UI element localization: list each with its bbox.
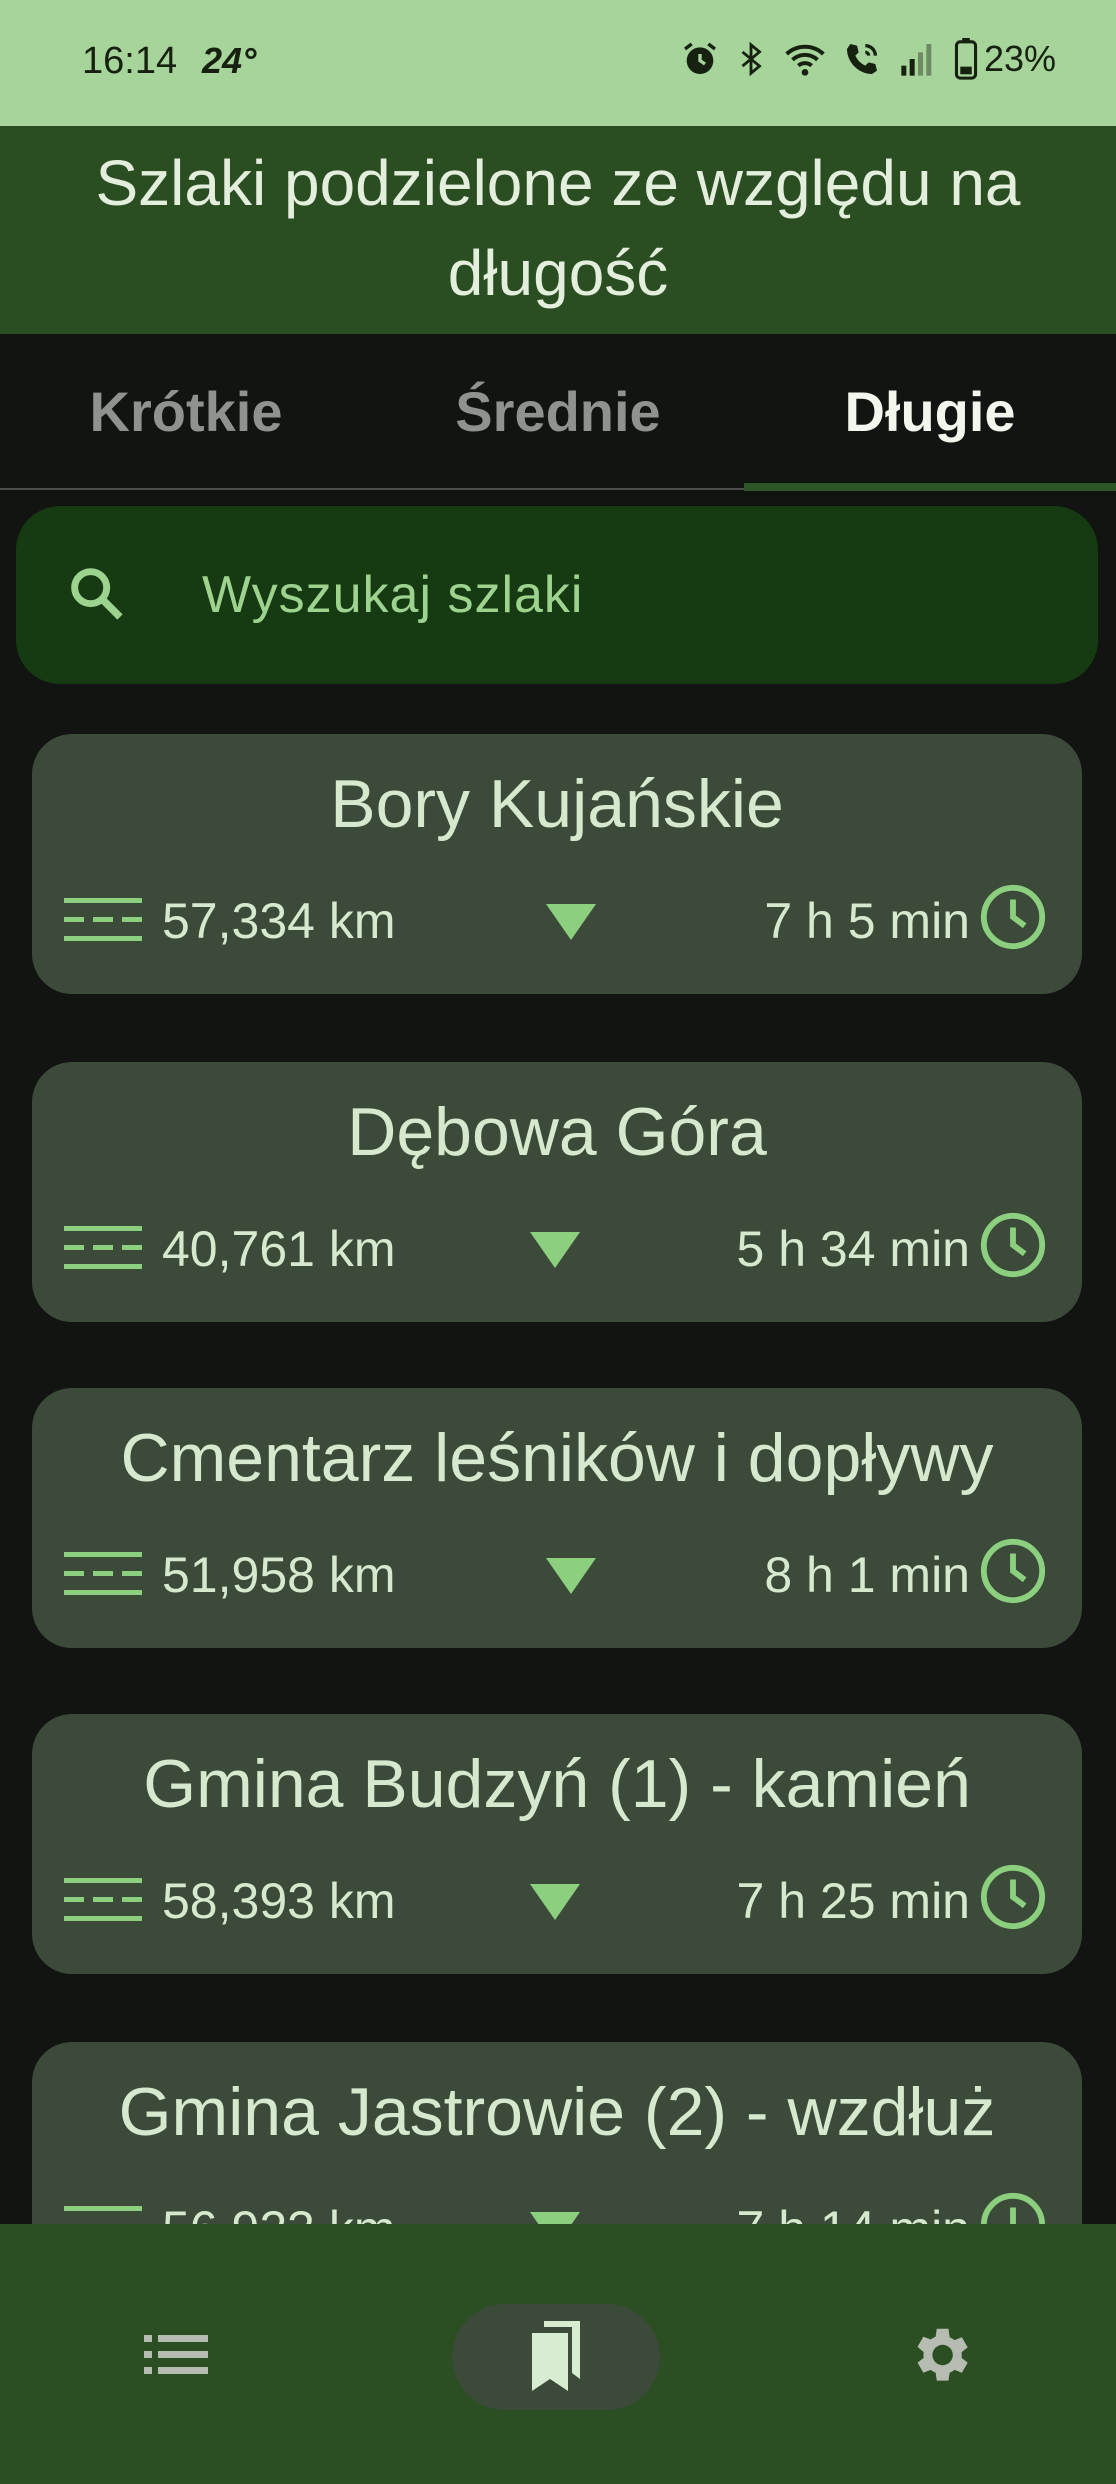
tab-bar: Krótkie Średnie Długie xyxy=(0,334,1116,491)
alarm-icon xyxy=(680,39,720,79)
expand-arrow-icon[interactable] xyxy=(530,1230,580,1275)
trail-time: 7 h 25 min xyxy=(736,1873,970,1929)
trail-time: 7 h 14 min xyxy=(737,2200,970,2224)
clock-icon xyxy=(978,1210,1048,1285)
wifi-calling-icon xyxy=(842,39,882,79)
trail-name: Gmina Budzyń (1) - kamień xyxy=(143,1746,971,1822)
trail-name: Dębowa Góra xyxy=(347,1094,767,1170)
trail-distance: 58,393 km xyxy=(162,1873,396,1929)
expand-arrow-icon[interactable] xyxy=(546,902,596,947)
trail-list[interactable]: Bory Kujańskie 57,334 km 7 h 5 min Dębow… xyxy=(0,734,1116,2224)
clock-icon xyxy=(978,882,1048,957)
distance-icon xyxy=(64,1550,142,1603)
trail-distance: 40,761 km xyxy=(162,1221,396,1277)
search-bar[interactable]: Wyszukaj szlaki xyxy=(16,506,1098,684)
distance-icon xyxy=(64,1224,142,1277)
search-input[interactable]: Wyszukaj szlaki xyxy=(202,565,584,625)
nav-settings-button[interactable] xyxy=(880,2304,1000,2410)
battery-percent: 23% xyxy=(983,38,1056,79)
expand-arrow-icon[interactable] xyxy=(546,1556,596,1601)
expand-arrow-icon[interactable] xyxy=(530,2210,580,2224)
status-icons: 23% xyxy=(680,38,1056,80)
nav-list-button[interactable] xyxy=(116,2304,236,2410)
distance-icon xyxy=(64,896,142,949)
distance-icon xyxy=(64,2204,142,2224)
trail-card[interactable]: Gmina Jastrowie (2) - wzdłuż 56,923 km 7… xyxy=(32,2042,1082,2224)
page-title: Szlaki podzielone ze względu na długość xyxy=(95,147,1021,309)
wifi-icon xyxy=(782,39,828,79)
trail-card[interactable]: Cmentarz leśników i dopływy 51,958 km 8 … xyxy=(32,1388,1082,1648)
trail-time: 8 h 1 min xyxy=(764,1547,970,1603)
trail-card[interactable]: Bory Kujańskie 57,334 km 7 h 5 min xyxy=(32,734,1082,994)
clock-icon xyxy=(978,2190,1048,2224)
nav-bookmarks-button[interactable] xyxy=(452,2304,660,2410)
app-bar: Szlaki podzielone ze względu na długość xyxy=(0,126,1116,334)
status-temperature: 24° xyxy=(202,40,257,81)
trail-time: 5 h 34 min xyxy=(736,1221,970,1277)
tab-medium[interactable]: Średnie xyxy=(372,334,744,488)
trail-name: Gmina Jastrowie (2) - wzdłuż xyxy=(118,2074,996,2150)
trail-distance: 57,334 km xyxy=(162,893,396,949)
bottom-navigation xyxy=(0,2224,1116,2484)
clock-icon xyxy=(978,1536,1048,1611)
distance-icon xyxy=(64,1876,142,1929)
trail-distance: 51,958 km xyxy=(162,1547,396,1603)
tab-long[interactable]: Długie xyxy=(744,334,1116,491)
clock-icon xyxy=(978,1862,1048,1937)
search-icon xyxy=(64,561,150,630)
list-icon xyxy=(144,2333,208,2382)
settings-gear-icon xyxy=(905,2320,975,2395)
trail-distance: 56,923 km xyxy=(162,2200,395,2224)
trail-time: 7 h 5 min xyxy=(764,893,970,949)
bookmarks-icon xyxy=(524,2319,588,2396)
trail-card[interactable]: Gmina Budzyń (1) - kamień 58,393 km 7 h … xyxy=(32,1714,1082,1974)
status-time: 16:14 xyxy=(82,40,178,82)
bluetooth-icon xyxy=(734,39,768,79)
status-bar: 16:14 24° 23% xyxy=(0,0,1116,126)
signal-icon xyxy=(896,39,940,79)
trail-name: Bory Kujańskie xyxy=(330,766,784,842)
trail-card[interactable]: Dębowa Góra 40,761 km 5 h 34 min xyxy=(32,1062,1082,1322)
tab-short[interactable]: Krótkie xyxy=(0,334,372,488)
expand-arrow-icon[interactable] xyxy=(530,1882,580,1927)
trail-name: Cmentarz leśników i dopływy xyxy=(120,1420,994,1496)
battery-icon xyxy=(954,38,978,80)
